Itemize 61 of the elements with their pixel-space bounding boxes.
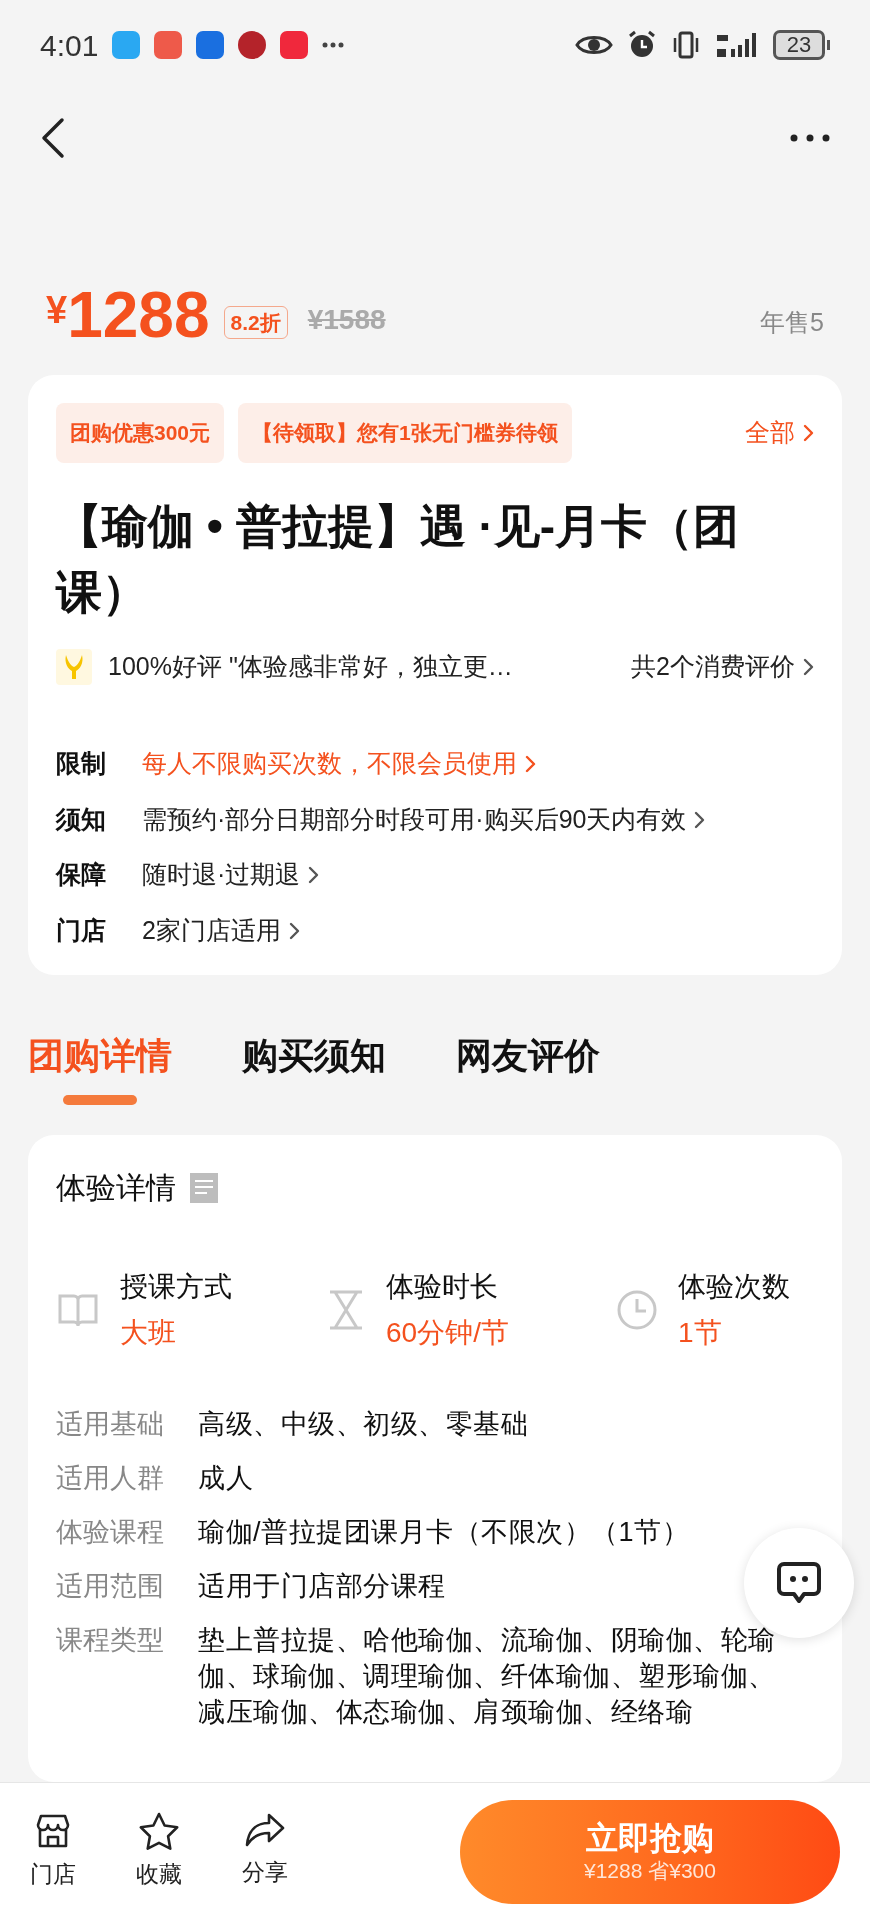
spec-value: 瑜伽/普拉提团课月卡（不限次）（1节） <box>198 1516 691 1550</box>
vibrate-icon <box>671 30 701 60</box>
chevron-right-icon <box>803 422 814 443</box>
chevron-right-icon <box>288 920 300 941</box>
annual-sales: 年售5 <box>760 306 824 338</box>
review-summary: 100%好评 "体验感非常好，独立更… <box>108 650 513 682</box>
spec-label: 适用范围 <box>56 1570 165 1604</box>
spec-value: 垫上普拉提、哈他瑜伽、流瑜伽、阴瑜伽、轮瑜伽、球瑜伽、调理瑜伽、纤体瑜伽、塑形瑜伽、减压瑜伽、体态瑜伽、肩颈瑜伽、经络瑜 <box>198 1624 777 1730</box>
more-notifications-icon <box>322 42 345 48</box>
spec-label: 适用人群 <box>56 1462 165 1496</box>
spec-value: 适用于门店部分课程 <box>198 1570 447 1604</box>
chat-icon <box>776 1561 822 1605</box>
info-link[interactable]: 随时退·过期退 <box>142 856 320 894</box>
info-link[interactable]: 2家门店适用 <box>142 911 300 950</box>
info-label: 门店 <box>56 914 107 946</box>
bottom-action[interactable]: 分享 <box>242 1811 288 1892</box>
discount-tag: 8.2折 <box>223 305 288 339</box>
currency-symbol: ¥ <box>46 288 68 331</box>
stat-label: 授课方式 <box>120 1270 232 1305</box>
bottom-action[interactable]: 收藏 <box>136 1811 182 1892</box>
info-label: 保障 <box>56 859 107 891</box>
signal-icon <box>715 31 759 59</box>
section-title: 体验详情 <box>56 1170 176 1207</box>
battery-level: 23 <box>773 30 825 60</box>
chevron-right-icon <box>525 754 536 775</box>
stat-value: 1节 <box>678 1316 723 1351</box>
shop-app-icon <box>154 31 183 59</box>
chevron-right-icon <box>694 809 706 830</box>
info-label: 限制 <box>56 748 107 780</box>
message-app-icon <box>112 31 141 59</box>
star-icon <box>138 1811 180 1852</box>
spec-label: 体验课程 <box>56 1516 165 1550</box>
bottom-action[interactable]: 门店 <box>30 1811 76 1892</box>
mascot-icon <box>56 648 92 685</box>
stat-value: 大班 <box>120 1316 177 1351</box>
spec-value: 成人 <box>198 1462 254 1496</box>
section-tab[interactable]: 网友评价 <box>456 1029 600 1106</box>
stat-label: 体验时长 <box>386 1270 499 1305</box>
stat-value: 60分钟/节 <box>386 1316 509 1351</box>
current-price: 1288 <box>67 283 210 347</box>
document-icon <box>190 1172 218 1203</box>
reviews-link[interactable]: 共2个消费评价 <box>631 647 814 686</box>
original-price: ¥1588 <box>307 303 386 337</box>
clock-icon <box>616 1289 658 1332</box>
status-time: 4:01 <box>40 27 99 64</box>
spec-value: 高级、中级、初级、零基础 <box>198 1408 529 1442</box>
chevron-right-icon <box>803 656 814 677</box>
spec-label: 适用基础 <box>56 1408 165 1442</box>
notes-app-icon <box>280 31 309 59</box>
product-title: 【瑜伽 • 普拉提】遇 ·见-月卡（团课） <box>56 498 741 621</box>
chevron-right-icon <box>308 865 320 886</box>
info-label: 须知 <box>56 803 107 835</box>
more-icon[interactable] <box>790 134 830 142</box>
spec-label: 课程类型 <box>56 1624 165 1658</box>
alarm-icon <box>627 30 657 60</box>
section-tab[interactable]: 购买须知 <box>242 1029 386 1106</box>
robot-app-icon <box>196 31 225 59</box>
stat-label: 体验次数 <box>678 1270 790 1305</box>
bank-app-icon <box>238 31 267 59</box>
info-link[interactable]: 需预约·部分日期部分时段可用·购买后90天内有效 <box>142 800 706 839</box>
back-icon[interactable] <box>40 116 66 160</box>
